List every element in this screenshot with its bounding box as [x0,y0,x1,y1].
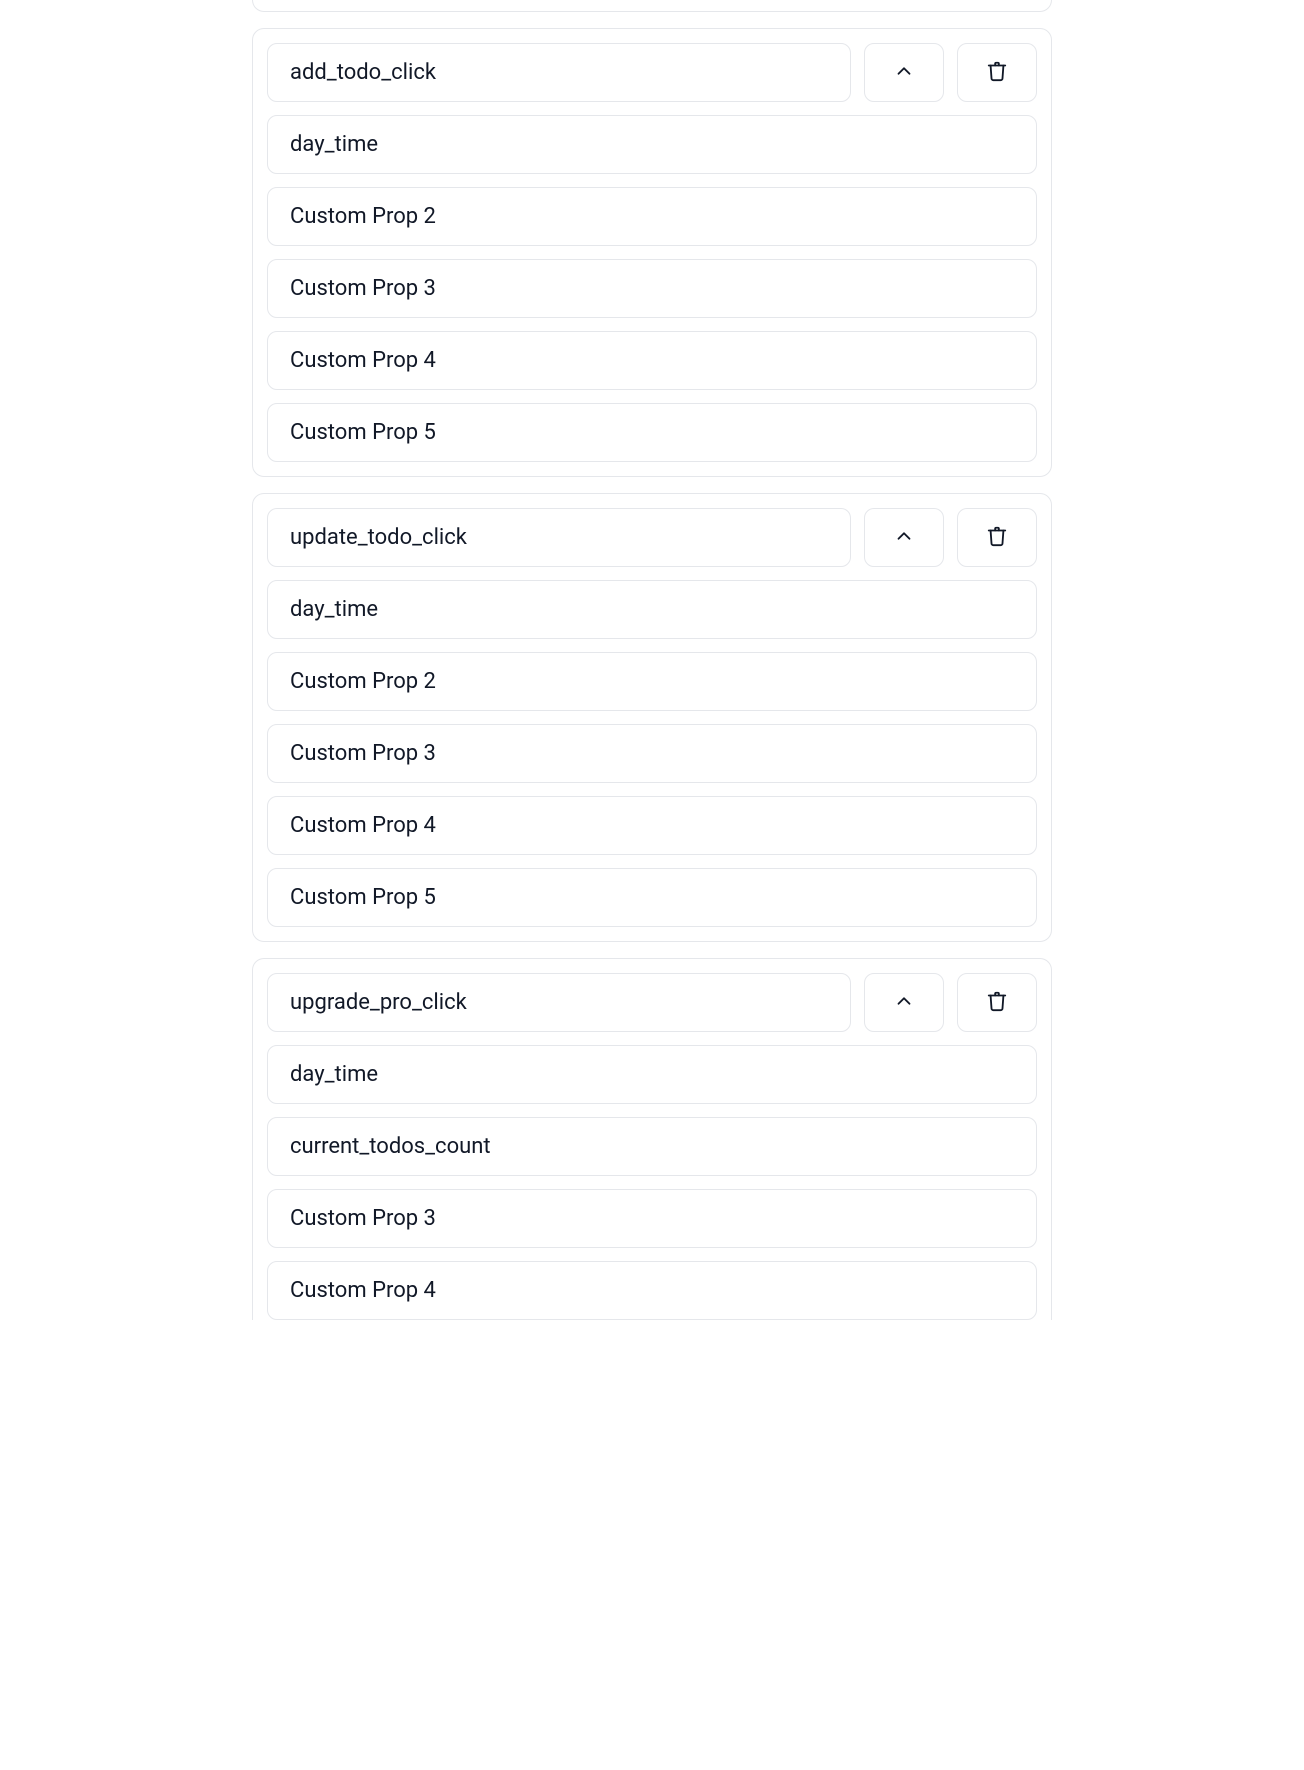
property-input[interactable]: Custom Prop 3 [267,259,1037,318]
property-input[interactable]: Custom Prop 2 [267,652,1037,711]
card-top-edge-cutoff [252,0,1052,12]
event-header-row [267,43,1037,102]
property-input[interactable]: Custom Prop 4 [267,1261,1037,1320]
event-name-input[interactable] [267,973,851,1032]
property-input[interactable]: Custom Prop 5 [267,868,1037,927]
trash-icon [986,60,1008,85]
property-input[interactable]: day_time [267,580,1037,639]
collapse-button[interactable] [864,508,944,567]
property-input[interactable]: Custom Prop 3 [267,724,1037,783]
property-input[interactable]: current_todos_count [267,1117,1037,1176]
trash-icon [986,990,1008,1015]
property-input[interactable]: day_time [267,1045,1037,1104]
trash-icon [986,525,1008,550]
event-card: day_time current_todos_count Custom Prop… [252,958,1052,1320]
event-card: day_time Custom Prop 2 Custom Prop 3 Cus… [252,493,1052,942]
event-header-row [267,973,1037,1032]
collapse-button[interactable] [864,973,944,1032]
event-name-input[interactable] [267,43,851,102]
chevron-up-icon [893,990,915,1015]
event-card: day_time Custom Prop 2 Custom Prop 3 Cus… [252,28,1052,477]
event-name-input[interactable] [267,508,851,567]
event-header-row [267,508,1037,567]
collapse-button[interactable] [864,43,944,102]
property-input[interactable]: Custom Prop 4 [267,331,1037,390]
delete-button[interactable] [957,508,1037,567]
property-input[interactable]: Custom Prop 3 [267,1189,1037,1248]
property-input[interactable]: Custom Prop 5 [267,403,1037,462]
property-input[interactable]: day_time [267,115,1037,174]
property-input[interactable]: Custom Prop 4 [267,796,1037,855]
property-input[interactable]: Custom Prop 2 [267,187,1037,246]
delete-button[interactable] [957,973,1037,1032]
chevron-up-icon [893,525,915,550]
chevron-up-icon [893,60,915,85]
delete-button[interactable] [957,43,1037,102]
